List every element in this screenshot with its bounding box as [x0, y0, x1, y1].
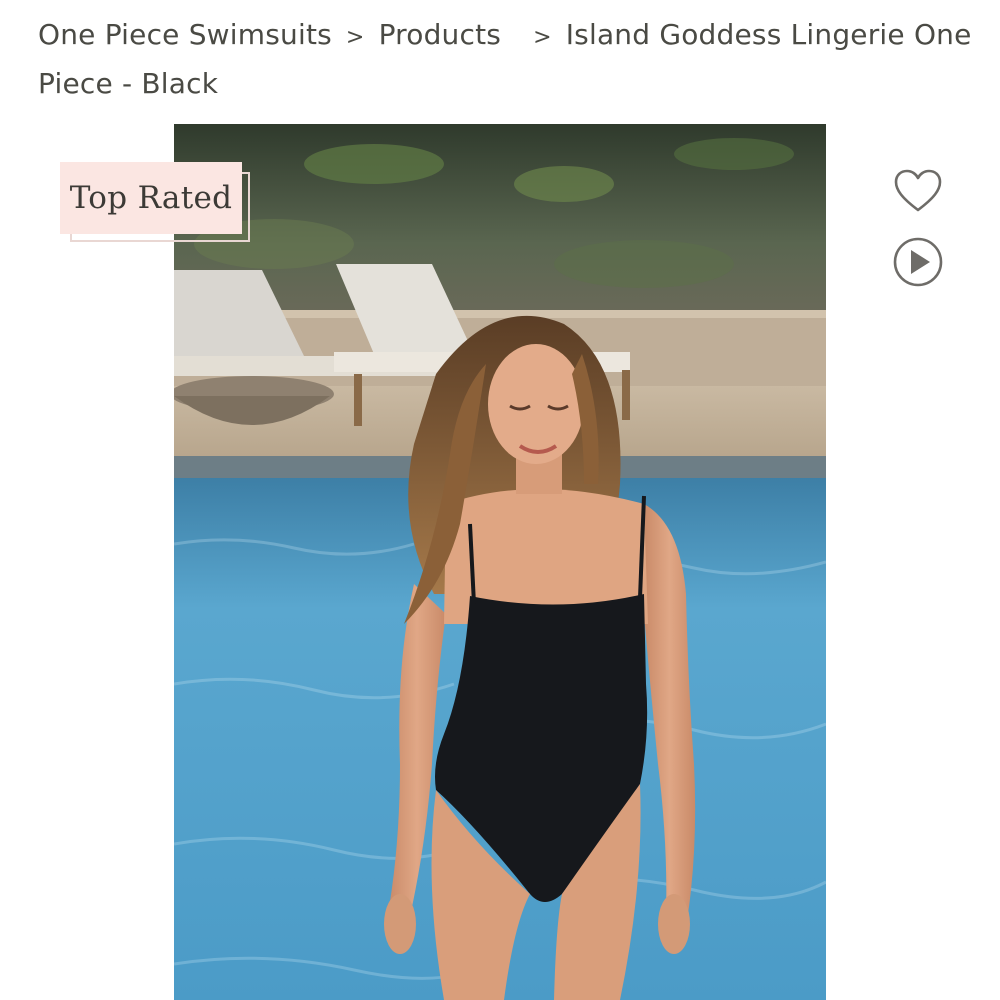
breadcrumb-separator: >	[345, 25, 365, 50]
wishlist-button[interactable]	[892, 166, 944, 218]
breadcrumb-link-products[interactable]: Products	[379, 18, 502, 51]
play-video-button[interactable]	[892, 236, 944, 288]
badge-label: Top Rated	[60, 162, 242, 234]
heart-icon	[894, 169, 942, 212]
top-rated-badge: Top Rated	[60, 162, 252, 244]
breadcrumb-link-one-piece-swimsuits[interactable]: One Piece Swimsuits	[38, 18, 332, 51]
breadcrumb-separator: >	[533, 25, 552, 50]
product-image[interactable]	[174, 124, 826, 1000]
breadcrumb: One Piece Swimsuits > Products > Island Godd…	[38, 12, 978, 107]
play-circle-icon	[893, 237, 943, 287]
